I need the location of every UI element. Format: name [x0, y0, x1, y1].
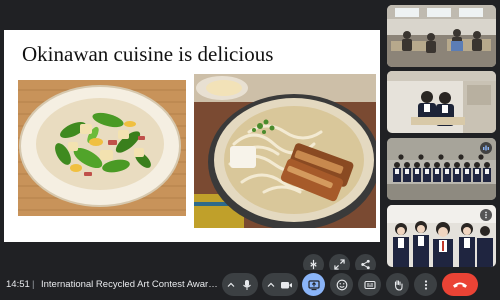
meeting-clock: 14:51 [6, 279, 30, 290]
participant-tile-3[interactable] [387, 138, 496, 200]
present-button[interactable] [302, 273, 325, 296]
okinawa-soba-photo [194, 74, 376, 228]
goya-champuru-photo [18, 80, 186, 216]
present-icon [307, 279, 320, 290]
camera-icon[interactable] [280, 279, 293, 291]
tile-options[interactable] [480, 209, 492, 221]
chevron-up-icon[interactable] [227, 281, 235, 289]
captions-button[interactable] [358, 273, 381, 296]
separator: | [32, 279, 35, 290]
more-vert-icon [424, 279, 427, 290]
speaking-indicator [480, 142, 492, 154]
expand-icon [334, 259, 345, 270]
hand-icon [394, 279, 403, 291]
chevron-up-icon[interactable] [267, 281, 275, 289]
meeting-controls-bar: 14:51 | International Recycled Art Conte… [0, 270, 500, 300]
camera-menu[interactable] [262, 273, 298, 296]
slide-title: Okinawan cuisine is delicious [22, 42, 274, 66]
end-call-icon [453, 282, 467, 288]
raise-hand-button[interactable] [386, 273, 409, 296]
emoji-icon [336, 279, 347, 290]
mic-menu[interactable] [222, 273, 258, 296]
more-options-button[interactable] [414, 273, 437, 296]
reactions-button[interactable] [330, 273, 353, 296]
participant-tile-2[interactable] [387, 71, 496, 133]
participant-tile-1[interactable] [387, 5, 496, 67]
meeting-title: International Recycled Art Contest Award… [41, 279, 219, 290]
leave-call-button[interactable] [442, 273, 478, 296]
captions-icon [363, 280, 376, 289]
unpin-icon [310, 259, 317, 270]
mic-icon[interactable] [241, 279, 253, 291]
more-icon [485, 211, 487, 219]
share-icon [361, 259, 370, 270]
speaking-icon [483, 145, 489, 151]
participant-tile-4[interactable] [387, 205, 496, 267]
presentation-stage: Okinawan cuisine is delicious [0, 26, 384, 275]
presentation-slide: Okinawan cuisine is delicious [4, 30, 380, 242]
